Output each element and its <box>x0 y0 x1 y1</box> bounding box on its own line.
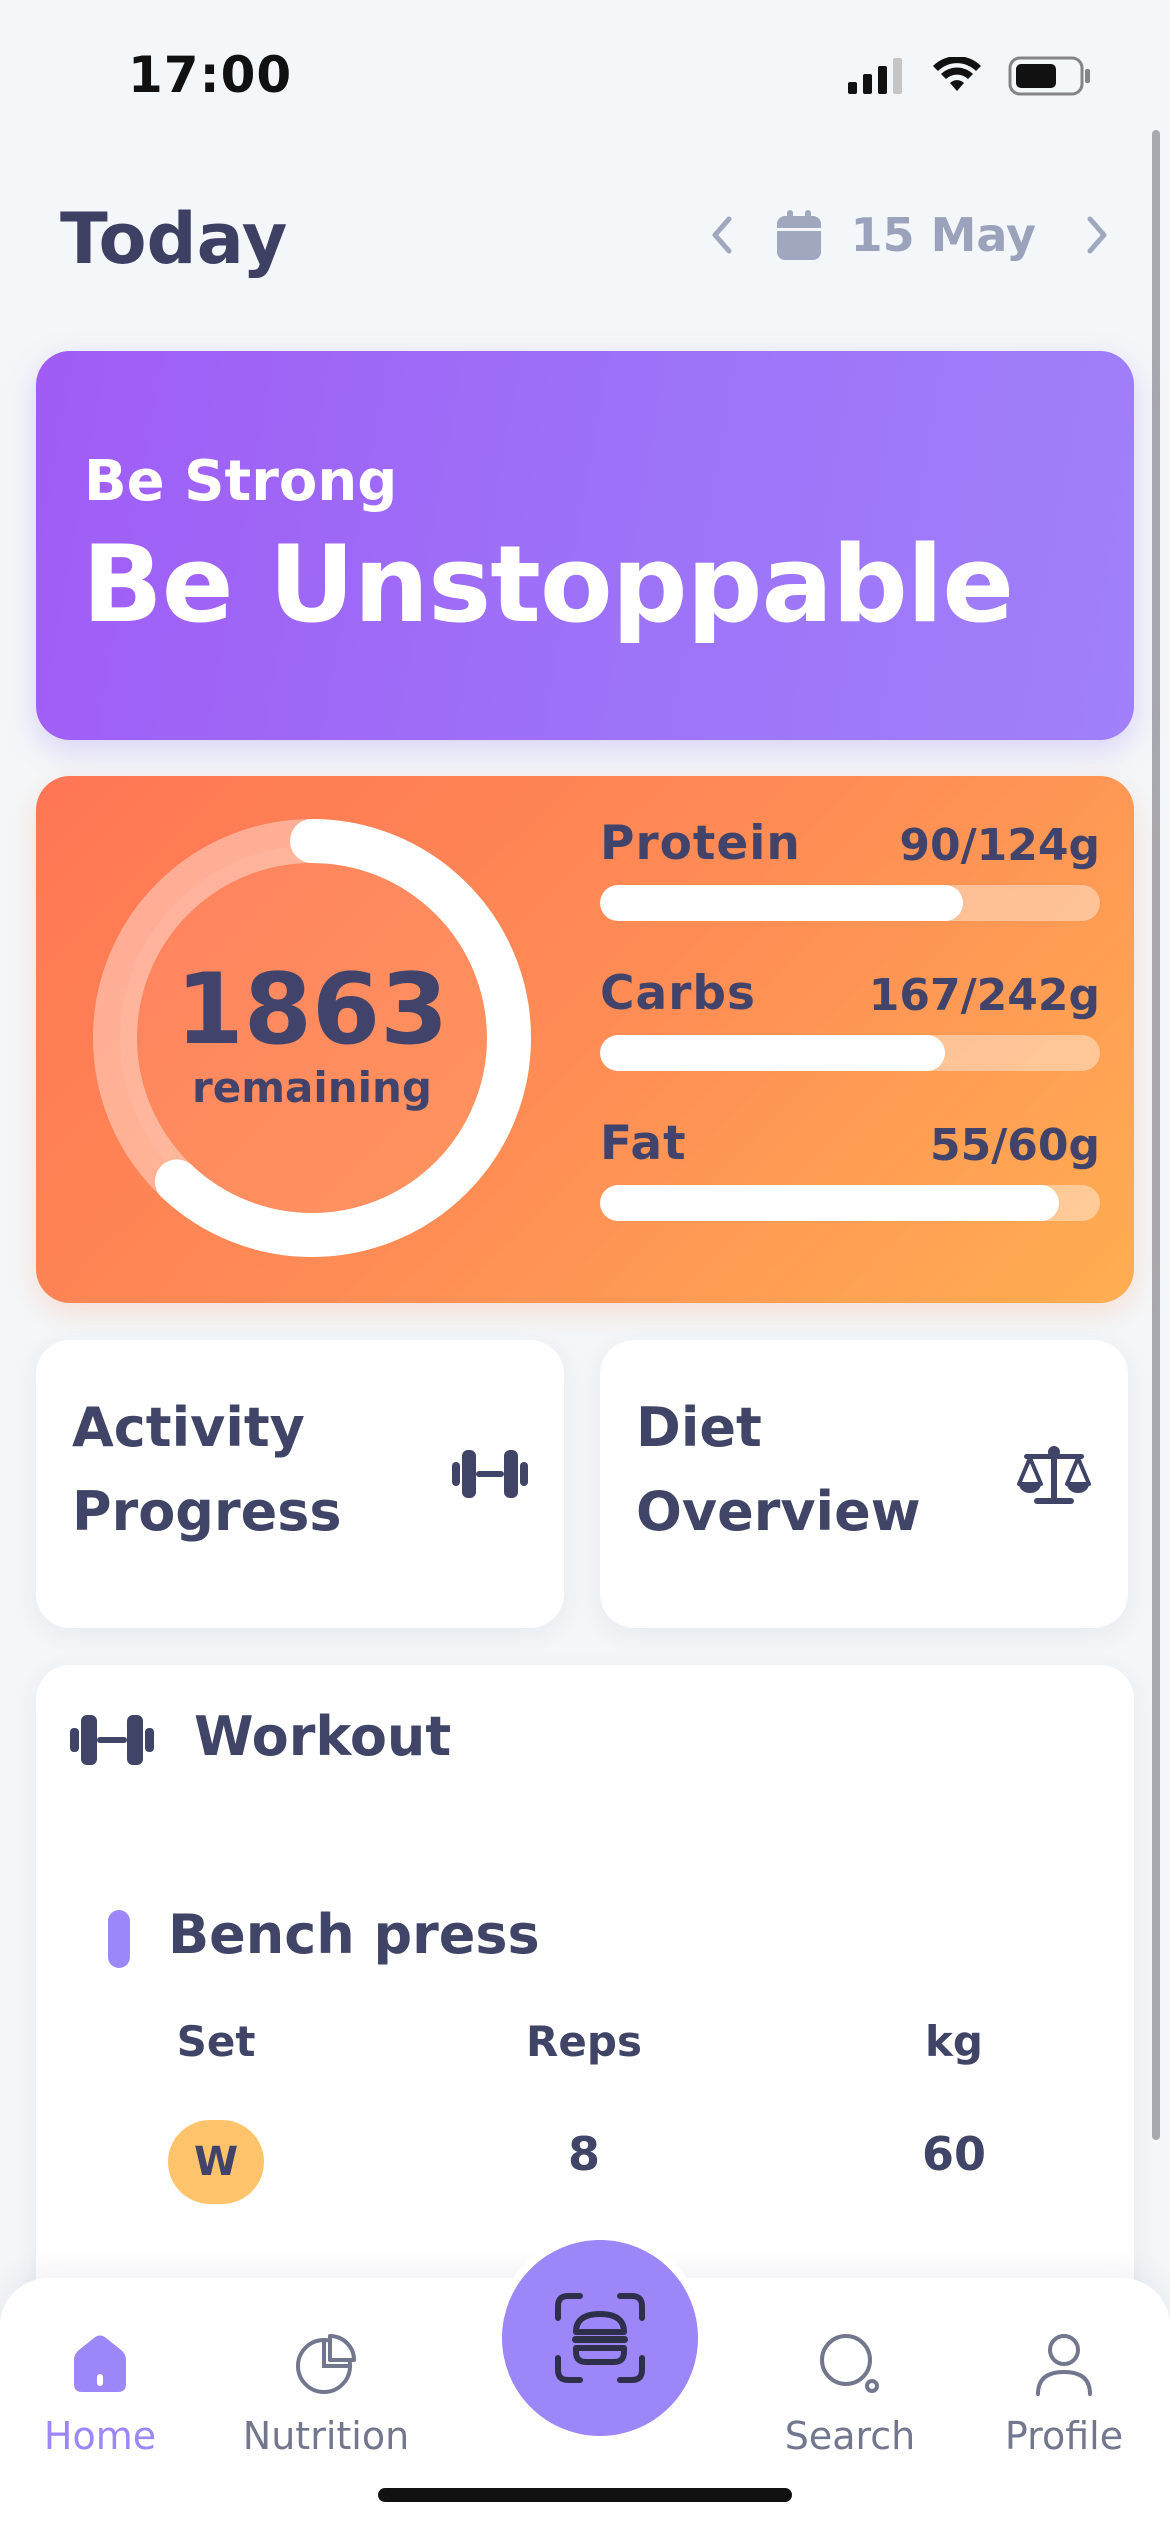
macro-protein: Protein 90/124g <box>600 816 1100 921</box>
chevron-right-icon <box>1087 216 1107 254</box>
exercise-name[interactable]: Bench press <box>168 1903 540 1966</box>
macro-progress-fill <box>600 885 963 921</box>
page-title: Today <box>60 198 288 280</box>
chevron-left-icon <box>712 216 732 254</box>
previous-day-button[interactable] <box>707 213 737 257</box>
tab-nutrition[interactable]: Nutrition <box>226 2332 426 2458</box>
battery-icon <box>1008 56 1090 96</box>
dumbbell-icon <box>70 1715 154 1765</box>
calories-card[interactable]: 1863 remaining Protein 90/124g Carbs 167… <box>36 776 1134 1303</box>
activity-card-line1: Activity <box>72 1396 305 1459</box>
diet-overview-card[interactable]: Diet Overview <box>600 1340 1128 1628</box>
activity-card-line2: Progress <box>72 1480 342 1543</box>
tab-home[interactable]: Home <box>0 2332 200 2458</box>
calorie-ring: 1863 remaining <box>92 818 532 1258</box>
macro-value: 90/124g <box>899 820 1100 871</box>
tab-search[interactable]: Search <box>750 2332 950 2458</box>
exercise-accent-bar <box>108 1910 130 1968</box>
user-icon <box>1036 2334 1092 2396</box>
scan-food-icon <box>555 2293 645 2383</box>
macro-progress-track <box>600 1035 1100 1071</box>
tab-label: Profile <box>1004 2414 1124 2458</box>
tab-label: Search <box>784 2414 916 2458</box>
macro-fat: Fat 55/60g <box>600 1116 1100 1221</box>
home-icon <box>74 2335 126 2392</box>
diet-card-line2: Overview <box>636 1480 921 1543</box>
tab-label: Home <box>43 2414 157 2458</box>
macro-name: Protein <box>600 816 801 871</box>
status-icons <box>848 56 1092 96</box>
motivation-headline: Be Unstoppable <box>82 523 1014 646</box>
column-header-kg: kg <box>925 2017 983 2066</box>
dumbbell-icon <box>452 1450 528 1498</box>
macro-name: Fat <box>600 1116 687 1171</box>
next-day-button[interactable] <box>1082 213 1112 257</box>
scale-icon <box>1017 1446 1091 1504</box>
macro-progress-fill <box>600 1035 945 1071</box>
calories-remaining-value: 1863 <box>175 952 449 1067</box>
macro-carbs: Carbs 167/242g <box>600 966 1100 1071</box>
scrollbar[interactable] <box>1152 130 1160 2140</box>
reps-value[interactable]: 8 <box>484 2127 684 2181</box>
workout-title: Workout <box>194 1705 452 1768</box>
date-navigator: 15 May <box>707 200 1112 270</box>
calendar-button[interactable] <box>776 210 821 260</box>
tab-label: Nutrition <box>242 2414 410 2458</box>
macro-value: 55/60g <box>929 1120 1100 1171</box>
status-time: 17:00 <box>128 46 293 104</box>
weight-value[interactable]: 60 <box>854 2127 1054 2181</box>
macro-value: 167/242g <box>868 970 1100 1021</box>
column-header-set: Set <box>176 2017 256 2066</box>
activity-progress-card[interactable]: Activity Progress <box>36 1340 564 1628</box>
macro-progress-track <box>600 885 1100 921</box>
motivation-subtitle: Be Strong <box>84 449 398 514</box>
column-header-reps: Reps <box>526 2017 642 2066</box>
macro-progress-track <box>600 1185 1100 1221</box>
home-indicator[interactable] <box>378 2488 792 2502</box>
pie-chart-icon <box>296 2334 356 2394</box>
tab-profile[interactable]: Profile <box>964 2332 1164 2458</box>
cellular-signal-icon <box>848 58 902 94</box>
search-icon <box>820 2334 879 2393</box>
wifi-icon <box>933 57 981 91</box>
motivation-banner: Be Strong Be Unstoppable <box>36 351 1134 740</box>
diet-card-line1: Diet <box>636 1396 762 1459</box>
scan-food-button[interactable] <box>502 2240 698 2436</box>
date-label[interactable]: 15 May <box>851 208 1036 262</box>
calories-remaining-label: remaining <box>192 1062 432 1112</box>
set-type-badge[interactable]: W <box>168 2120 264 2204</box>
calendar-icon <box>776 210 821 260</box>
macro-progress-fill <box>600 1185 1059 1221</box>
macro-name: Carbs <box>600 966 757 1021</box>
